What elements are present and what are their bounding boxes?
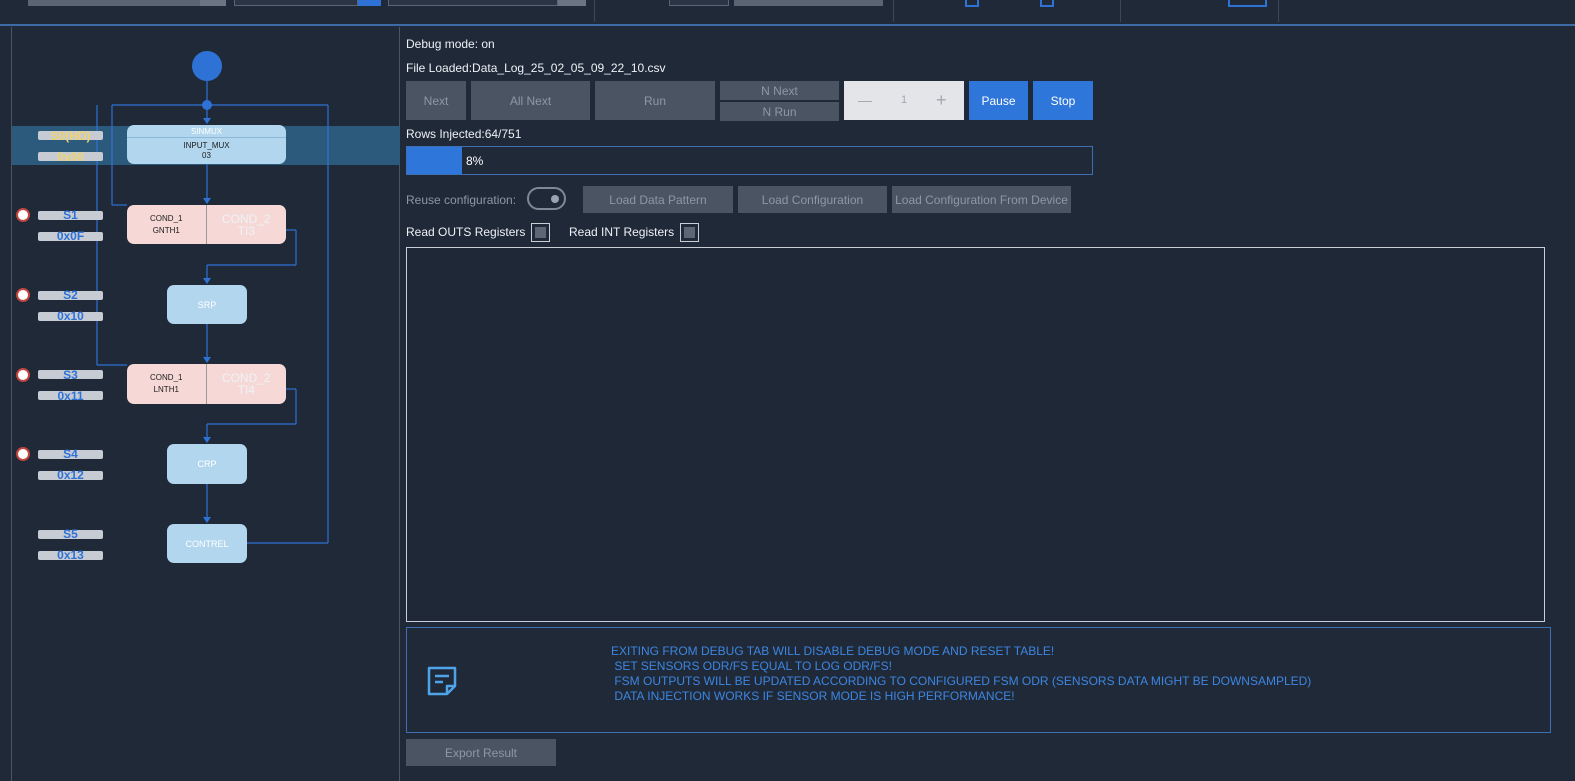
n-run-button[interactable]: N Run <box>720 102 839 121</box>
progress-fill <box>407 147 462 174</box>
state-label-s2: S2 <box>63 288 78 302</box>
state-label-s5: S5 <box>63 527 78 541</box>
notice-line: FSM OUTPUTS WILL BE UPDATED ACCORDING TO… <box>611 674 1312 688</box>
stepper-value[interactable]: 1 <box>901 81 907 120</box>
cond1-value: LNTH1 <box>153 385 179 394</box>
fsm-node-sinmux[interactable]: SINMUX INPUT_MUX 03 <box>127 125 286 164</box>
increment-button[interactable]: + <box>936 81 947 120</box>
state-label-s4: S4 <box>63 447 78 461</box>
toolbar-separator <box>1278 0 1279 22</box>
toolbar-separator <box>1120 0 1121 22</box>
run-button[interactable]: Run <box>595 81 715 120</box>
reuse-config-label: Reuse configuration: <box>406 193 517 207</box>
cond1-label: COND_1 <box>150 213 183 223</box>
toolbar-separator <box>594 0 595 22</box>
toolbar-checkbox-1[interactable] <box>965 0 979 7</box>
fsm-node-contrel[interactable]: CONTREL <box>167 524 247 563</box>
fsm-node-srp[interactable]: SRP <box>167 285 247 324</box>
breakpoint-radio-s1[interactable] <box>16 208 30 222</box>
next-button[interactable]: Next <box>406 81 466 120</box>
fsm-debug-window: SINMUX INPUT_MUX 03 COND_1 GNTH1 COND_2 TI… <box>0 0 1575 781</box>
state-label-s3: S3 <box>63 368 78 382</box>
state-code-s3: 0x11 <box>57 389 84 403</box>
state-code-s4: 0x12 <box>57 468 84 482</box>
stop-button[interactable]: Stop <box>1033 81 1093 120</box>
toolbar-field-4[interactable] <box>669 0 729 6</box>
state-label-s1: S1 <box>63 208 78 222</box>
toolbar-button[interactable] <box>734 0 883 6</box>
fsm-diagram-panel: SINMUX INPUT_MUX 03 COND_1 GNTH1 COND_2 TI… <box>11 27 400 781</box>
notice-line: DATA INJECTION WORKS IF SENSOR MODE IS H… <box>611 689 1015 703</box>
file-loaded-label: File Loaded:Data_Log_25_02_05_09_22_10.c… <box>406 61 666 75</box>
state-label-s0: S0(HD) <box>50 129 91 143</box>
read-int-checkbox[interactable] <box>680 223 699 242</box>
state-code-s5: 0x13 <box>57 548 84 562</box>
state-code-s2: 0x10 <box>57 309 84 323</box>
toolbar-field-5[interactable] <box>1228 0 1267 7</box>
cond1-label: COND_1 <box>150 373 183 382</box>
cond2-value: TI3 <box>237 223 255 238</box>
read-outs-label: Read OUTS Registers <box>406 225 526 239</box>
toolbar-field-1-dropdown[interactable] <box>200 0 226 6</box>
fsm-node-s1[interactable]: COND_1 GNTH1 COND_2 TI3 <box>127 205 286 244</box>
read-outs-checkbox[interactable] <box>531 223 550 242</box>
fsm-node-crp[interactable]: CRP <box>167 444 247 484</box>
load-configuration-button[interactable]: Load Configuration <box>738 186 887 213</box>
cond2-label: COND_2 <box>221 211 271 226</box>
n-next-button[interactable]: N Next <box>720 81 839 100</box>
state-code-s1: 0x0F <box>56 229 85 243</box>
reuse-config-toggle[interactable] <box>527 187 566 210</box>
toolbar-field-3-dropdown[interactable] <box>558 0 586 6</box>
toolbar-field-2[interactable] <box>234 0 358 6</box>
read-int-label: Read INT Registers <box>569 225 675 239</box>
node-value: 03 <box>202 151 211 160</box>
cond1-value: GNTH1 <box>152 225 180 235</box>
decrement-button[interactable]: — <box>858 81 872 120</box>
breakpoint-radio-s4[interactable] <box>16 447 30 461</box>
fsm-node-s3[interactable]: COND_1 LNTH1 COND_2 TI4 <box>127 364 286 404</box>
n-steps-stepper[interactable]: — 1 + <box>844 81 964 120</box>
breakpoint-radio-s3[interactable] <box>16 368 30 382</box>
load-data-pattern-button[interactable]: Load Data Pattern <box>583 186 733 213</box>
toolbar-field-1[interactable] <box>28 0 200 6</box>
notice-line: EXITING FROM DEBUG TAB WILL DISABLE DEBU… <box>611 644 1055 658</box>
cond2-value: TI4 <box>237 383 255 397</box>
rows-injected-label: Rows Injected:64/751 <box>406 127 522 141</box>
toolbar-field-3[interactable] <box>388 0 558 6</box>
state-code-s0: 0x00 <box>57 150 84 164</box>
node-sub-label: INPUT_MUX <box>183 141 230 150</box>
export-result-button[interactable]: Export Result <box>406 739 556 766</box>
injection-progress-bar: 8% <box>406 146 1093 175</box>
toggle-knob <box>551 195 559 203</box>
toolbar-checkbox-2[interactable] <box>1040 0 1054 7</box>
toolbar-separator <box>893 0 894 22</box>
warning-notice-box: EXITING FROM DEBUG TAB WILL DISABLE DEBU… <box>406 627 1551 733</box>
results-table[interactable] <box>406 247 1545 622</box>
note-icon <box>427 666 457 696</box>
breakpoint-radio-s2[interactable] <box>16 288 30 302</box>
load-config-from-device-button[interactable]: Load Configuration From Device <box>892 186 1071 213</box>
notice-line: SET SENSORS ODR/FS EQUAL TO LOG ODR/FS! <box>611 659 892 673</box>
all-next-button[interactable]: All Next <box>471 81 590 120</box>
toolbar-field-2-dropdown[interactable] <box>358 0 381 6</box>
node-title: SINMUX <box>127 125 286 138</box>
debug-mode-status: Debug mode: on <box>406 37 495 51</box>
top-toolbar <box>0 0 1575 26</box>
pause-button[interactable]: Pause <box>969 81 1028 120</box>
progress-percent: 8% <box>466 154 484 168</box>
